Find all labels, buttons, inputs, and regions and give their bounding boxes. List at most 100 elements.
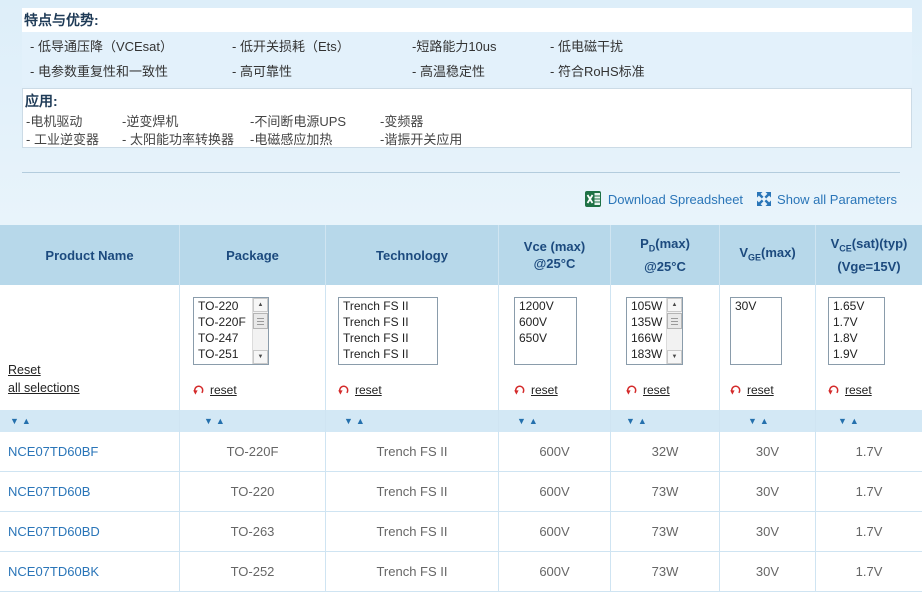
application-item: - 工业逆变器 bbox=[26, 131, 122, 149]
pd-reset-link[interactable]: reset bbox=[626, 383, 670, 397]
vge-cell: 30V bbox=[719, 552, 815, 591]
listbox-option[interactable]: 1.65V bbox=[829, 298, 884, 314]
sort-asc-icon[interactable]: ▲ bbox=[356, 417, 365, 426]
table-row: NCE07TD60B TO-220 Trench FS II 600V 73W … bbox=[0, 472, 922, 512]
sort-row: ▼▲ ▼▲ ▼▲ ▼▲ ▼▲ ▼▲ ▼▲ bbox=[0, 410, 922, 432]
download-spreadsheet-label: Download Spreadsheet bbox=[608, 192, 743, 207]
application-item: -逆变焊机 bbox=[122, 113, 250, 131]
features-list: - 低导通压降（VCEsat） - 低开关损耗（Ets） -短路能力10us -… bbox=[22, 32, 912, 86]
column-header-vcesat[interactable]: VCE(sat)(typ) (Vge=15V) bbox=[815, 225, 922, 285]
listbox-option[interactable]: 1.7V bbox=[829, 314, 884, 330]
pd-cell: 32W bbox=[610, 432, 719, 471]
product-link[interactable]: NCE07TD60BK bbox=[8, 564, 99, 579]
sort-control-pd[interactable]: ▼▲ bbox=[610, 410, 719, 432]
listbox-option[interactable]: 30V bbox=[731, 298, 781, 314]
listbox-option[interactable]: 600V bbox=[515, 314, 576, 330]
listbox-option[interactable]: Trench FS II bbox=[339, 298, 437, 314]
package-listbox[interactable]: TO-220 TO-220F TO-247 TO-251 ▲ ▼ bbox=[193, 297, 269, 365]
listbox-option[interactable]: 1.8V bbox=[829, 330, 884, 346]
sort-desc-icon[interactable]: ▼ bbox=[748, 417, 757, 426]
applications-heading: 应用: bbox=[23, 89, 911, 113]
table-row: NCE07TD60BF TO-220F Trench FS II 600V 32… bbox=[0, 432, 922, 472]
table-row: NCE07TD60BD TO-263 Trench FS II 600V 73W… bbox=[0, 512, 922, 552]
sort-desc-icon[interactable]: ▼ bbox=[626, 417, 635, 426]
vcesat-reset-link[interactable]: reset bbox=[828, 383, 872, 397]
sort-control-vcesat[interactable]: ▼▲ bbox=[815, 410, 922, 432]
listbox-option[interactable]: Trench FS II bbox=[339, 314, 437, 330]
feature-item: - 高温稳定性 bbox=[412, 59, 550, 84]
listbox-option[interactable]: 1200V bbox=[515, 298, 576, 314]
filter-cell-package: TO-220 TO-220F TO-247 TO-251 ▲ ▼ reset bbox=[179, 285, 325, 410]
sort-desc-icon[interactable]: ▼ bbox=[344, 417, 353, 426]
column-header-pd-max[interactable]: PD(max) @25°C bbox=[610, 225, 719, 285]
reset-icon bbox=[338, 384, 350, 396]
filter-cell-vge: 30V reset bbox=[719, 285, 815, 410]
sort-asc-icon[interactable]: ▲ bbox=[529, 417, 538, 426]
scroll-track[interactable] bbox=[253, 330, 268, 350]
application-item: -谐振开关应用 bbox=[380, 131, 911, 149]
scrollbar[interactable]: ▲ ▼ bbox=[252, 298, 268, 364]
listbox-option[interactable]: Trench FS II bbox=[339, 330, 437, 346]
application-item: -电机驱动 bbox=[26, 113, 122, 131]
product-link[interactable]: NCE07TD60B bbox=[8, 484, 90, 499]
scrollbar[interactable]: ▲ ▼ bbox=[666, 298, 682, 364]
scroll-thumb[interactable] bbox=[667, 313, 682, 329]
vcesat-listbox[interactable]: 1.65V 1.7V 1.8V 1.9V bbox=[828, 297, 885, 365]
sort-asc-icon[interactable]: ▲ bbox=[850, 417, 859, 426]
package-cell: TO-252 bbox=[179, 552, 325, 591]
pd-listbox[interactable]: 105W 135W 166W 183W ▲ ▼ bbox=[626, 297, 683, 365]
scroll-up-button[interactable]: ▲ bbox=[667, 298, 682, 312]
show-all-parameters-link[interactable]: Show all Parameters bbox=[757, 192, 897, 207]
sort-desc-icon[interactable]: ▼ bbox=[517, 417, 526, 426]
reset-all-selections-link[interactable]: Reset all selections bbox=[8, 361, 80, 397]
technology-listbox[interactable]: Trench FS II Trench FS II Trench FS II T… bbox=[338, 297, 438, 365]
column-header-product-name[interactable]: Product Name bbox=[0, 225, 179, 285]
technology-cell: Trench FS II bbox=[325, 472, 498, 511]
product-link[interactable]: NCE07TD60BF bbox=[8, 444, 98, 459]
vge-listbox[interactable]: 30V bbox=[730, 297, 782, 365]
sort-asc-icon[interactable]: ▲ bbox=[22, 417, 31, 426]
product-link[interactable]: NCE07TD60BD bbox=[8, 524, 100, 539]
sort-desc-icon[interactable]: ▼ bbox=[10, 417, 19, 426]
pd-cell: 73W bbox=[610, 512, 719, 551]
scroll-track[interactable] bbox=[667, 330, 682, 350]
technology-reset-link[interactable]: reset bbox=[338, 383, 382, 397]
column-header-vge-max[interactable]: VGE(max) bbox=[719, 225, 815, 285]
table-row: NCE07TD60BK TO-252 Trench FS II 600V 73W… bbox=[0, 552, 922, 592]
package-cell: TO-263 bbox=[179, 512, 325, 551]
vcesat-cell: 1.7V bbox=[815, 472, 922, 511]
sort-control-product-name[interactable]: ▼▲ bbox=[0, 410, 179, 432]
sort-desc-icon[interactable]: ▼ bbox=[838, 417, 847, 426]
vge-reset-link[interactable]: reset bbox=[730, 383, 774, 397]
sort-asc-icon[interactable]: ▲ bbox=[760, 417, 769, 426]
sort-control-vce[interactable]: ▼▲ bbox=[498, 410, 610, 432]
package-cell: TO-220 bbox=[179, 472, 325, 511]
vcesat-cell: 1.7V bbox=[815, 432, 922, 471]
sort-control-vge[interactable]: ▼▲ bbox=[719, 410, 815, 432]
reset-icon bbox=[626, 384, 638, 396]
sort-control-package[interactable]: ▼▲ bbox=[179, 410, 325, 432]
features-heading: 特点与优势: bbox=[22, 8, 912, 32]
sort-asc-icon[interactable]: ▲ bbox=[216, 417, 225, 426]
scroll-up-button[interactable]: ▲ bbox=[253, 298, 268, 312]
scroll-grip-icon bbox=[671, 318, 678, 325]
vce-reset-link[interactable]: reset bbox=[514, 383, 558, 397]
download-spreadsheet-link[interactable]: Download Spreadsheet bbox=[584, 190, 743, 208]
filter-cell-reset-all: Reset all selections bbox=[0, 285, 179, 410]
listbox-option[interactable]: 1.9V bbox=[829, 346, 884, 362]
column-header-package[interactable]: Package bbox=[179, 225, 325, 285]
package-reset-link[interactable]: reset bbox=[193, 383, 237, 397]
scroll-down-button[interactable]: ▼ bbox=[253, 350, 268, 364]
vce-cell: 600V bbox=[498, 472, 610, 511]
filter-cell-vcesat: 1.65V 1.7V 1.8V 1.9V reset bbox=[815, 285, 922, 410]
column-header-technology[interactable]: Technology bbox=[325, 225, 498, 285]
scroll-down-button[interactable]: ▼ bbox=[667, 350, 682, 364]
listbox-option[interactable]: 650V bbox=[515, 330, 576, 346]
vce-listbox[interactable]: 1200V 600V 650V bbox=[514, 297, 577, 365]
sort-desc-icon[interactable]: ▼ bbox=[204, 417, 213, 426]
sort-asc-icon[interactable]: ▲ bbox=[638, 417, 647, 426]
listbox-option[interactable]: Trench FS II bbox=[339, 346, 437, 362]
column-header-vce-max[interactable]: Vce (max) @25°C bbox=[498, 225, 610, 285]
scroll-thumb[interactable] bbox=[253, 313, 268, 329]
sort-control-technology[interactable]: ▼▲ bbox=[325, 410, 498, 432]
